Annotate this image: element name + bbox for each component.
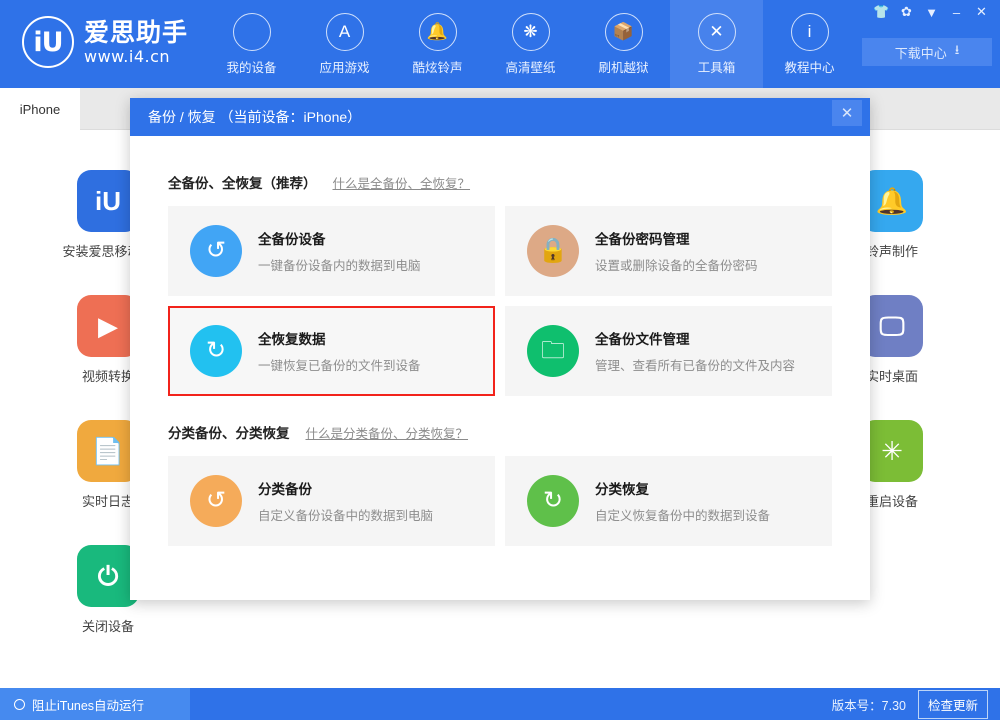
- card-text: 全备份文件管理管理、查看所有已备份的文件及内容: [595, 328, 795, 374]
- settings-button[interactable]: ✿: [894, 2, 919, 22]
- version-label: 版本号：7.30: [832, 695, 906, 714]
- itunes-toggle-label: 阻止iTunes自动运行: [32, 695, 144, 714]
- menu-button[interactable]: ▼: [919, 2, 944, 22]
- card-title: 全恢复数据: [258, 328, 421, 348]
- tab-iphone[interactable]: iPhone: [0, 88, 80, 130]
- close-icon[interactable]: ✕: [832, 100, 862, 126]
- category-restore-icon: ↻: [527, 475, 579, 527]
- download-center-label: 下载中心: [895, 43, 947, 62]
- card-category-backup-icon[interactable]: ↺ 分类备份自定义备份设备中的数据到电脑: [168, 456, 495, 546]
- main-navigation: 我的设备 A 应用游戏 🔔 酷炫铃声 ❋ 高清壁纸 📦 刷机越狱 ✕ 工具箱 i 教程中心: [205, 0, 856, 88]
- nav-item-label: 教程中心: [784, 57, 834, 76]
- appstore-icon: A: [326, 13, 364, 51]
- i4-logo-icon: iU: [22, 16, 74, 68]
- nav-item-3[interactable]: ❋ 高清壁纸: [484, 0, 577, 88]
- card-row: ↺ 全备份设备一键备份设备内的数据到电脑 🔒 全备份密码管理设置或删除设备的全备份密码: [168, 206, 832, 296]
- card-subtitle: 自定义备份设备中的数据到电脑: [258, 505, 433, 524]
- card-category-restore-icon[interactable]: ↻ 分类恢复自定义恢复备份中的数据到设备: [505, 456, 832, 546]
- dialog-titlebar: 备份 / 恢复 （当前设备：iPhone） ✕: [130, 98, 870, 136]
- section-help-link[interactable]: 什么是分类备份、分类恢复？: [306, 423, 469, 442]
- card-subtitle: 设置或删除设备的全备份密码: [595, 255, 758, 274]
- card-text: 全恢复数据一键恢复已备份的文件到设备: [258, 328, 421, 374]
- card-backup-device-icon[interactable]: ↺ 全备份设备一键备份设备内的数据到电脑: [168, 206, 495, 296]
- itunes-toggle[interactable]: 阻止iTunes自动运行: [0, 688, 190, 720]
- download-icon: ⭳: [955, 41, 960, 63]
- section-title: 全备份、全恢复（推荐）: [168, 172, 317, 192]
- modal-overlay: 备份 / 恢复 （当前设备：iPhone） ✕ 全备份、全恢复（推荐）什么是全备…: [0, 130, 1000, 688]
- backup-password-icon: 🔒: [527, 225, 579, 277]
- nav-item-label: 应用游戏: [319, 57, 369, 76]
- apple-icon: [233, 13, 271, 51]
- card-subtitle: 一键备份设备内的数据到电脑: [258, 255, 421, 274]
- status-right: 版本号：7.30 检查更新: [832, 690, 1000, 719]
- category-backup-icon: ↺: [190, 475, 242, 527]
- dialog-section-1: 分类备份、分类恢复什么是分类备份、分类恢复？ ↺ 分类备份自定义备份设备中的数据到电…: [168, 422, 832, 546]
- card-backup-file-manager-icon[interactable]: 🗀 全备份文件管理管理、查看所有已备份的文件及内容: [505, 306, 832, 396]
- card-text: 分类恢复自定义恢复备份中的数据到设备: [595, 478, 770, 524]
- dialog-section-0: 全备份、全恢复（推荐） 什么是全备份、全恢复？ ↺ 全备份设备一键备份设备内的数据到电…: [168, 172, 832, 396]
- window-controls: 👕✿▼–✕: [869, 2, 994, 22]
- skin-button[interactable]: 👕: [869, 2, 894, 22]
- card-subtitle: 自定义恢复备份中的数据到设备: [595, 505, 770, 524]
- section-title: 分类备份、分类恢复: [168, 422, 290, 442]
- brand-url: www.i4.cn: [84, 47, 188, 66]
- section-header: 分类备份、分类恢复什么是分类备份、分类恢复？: [168, 422, 832, 442]
- radio-icon: [14, 699, 25, 710]
- tools-icon: ✕: [698, 13, 736, 51]
- nav-item-4[interactable]: 📦 刷机越狱: [577, 0, 670, 88]
- card-title: 全备份设备: [258, 228, 421, 248]
- card-title: 全备份密码管理: [595, 228, 758, 248]
- bell-icon: 🔔: [419, 13, 457, 51]
- download-center-button[interactable]: 下载中心 ⭳: [862, 38, 992, 66]
- card-backup-password-icon[interactable]: 🔒 全备份密码管理设置或删除设备的全备份密码: [505, 206, 832, 296]
- dialog-body: 全备份、全恢复（推荐） 什么是全备份、全恢复？ ↺ 全备份设备一键备份设备内的数据到电…: [130, 136, 870, 546]
- card-text: 全备份密码管理设置或删除设备的全备份密码: [595, 228, 758, 274]
- brand-name: 爱思助手: [84, 19, 188, 47]
- nav-item-2[interactable]: 🔔 酷炫铃声: [391, 0, 484, 88]
- card-restore-data-icon[interactable]: ↻ 全恢复数据一键恢复已备份的文件到设备: [168, 306, 495, 396]
- card-subtitle: 一键恢复已备份的文件到设备: [258, 355, 421, 374]
- card-text: 全备份设备一键备份设备内的数据到电脑: [258, 228, 421, 274]
- brand-logo: iU 爱思助手 www.i4.cn: [22, 16, 188, 68]
- info-icon: i: [791, 13, 829, 51]
- nav-item-1[interactable]: A 应用游戏: [298, 0, 391, 88]
- nav-item-6[interactable]: i 教程中心: [763, 0, 856, 88]
- backup-device-icon: ↺: [190, 225, 242, 277]
- card-row: ↻ 全恢复数据一键恢复已备份的文件到设备 🗀 全备份文件管理管理、查看所有已备份的文件…: [168, 306, 832, 396]
- nav-item-0[interactable]: 我的设备: [205, 0, 298, 88]
- brand-text: 爱思助手 www.i4.cn: [84, 19, 188, 66]
- card-title: 分类恢复: [595, 478, 770, 498]
- nav-item-label: 工具箱: [698, 57, 736, 76]
- backup-restore-dialog: 备份 / 恢复 （当前设备：iPhone） ✕ 全备份、全恢复（推荐） 什么是全备…: [130, 98, 870, 600]
- close-button[interactable]: ✕: [969, 2, 994, 22]
- flower-icon: ❋: [512, 13, 550, 51]
- card-title: 分类备份: [258, 478, 433, 498]
- app-window: iU 爱思助手 www.i4.cn 我的设备 A 应用游戏 🔔 酷炫铃声 ❋ 高清壁纸 📦 刷机…: [0, 0, 1000, 720]
- card-subtitle: 管理、查看所有已备份的文件及内容: [595, 355, 795, 374]
- card-row: ↺ 分类备份自定义备份设备中的数据到电脑 ↻ 分类恢复自定义恢复备份中的数据到设备: [168, 456, 832, 546]
- card-title: 全备份文件管理: [595, 328, 795, 348]
- nav-item-5[interactable]: ✕ 工具箱: [670, 0, 763, 88]
- box-icon: 📦: [605, 13, 643, 51]
- restore-data-icon: ↻: [190, 325, 242, 377]
- nav-item-label: 刷机越狱: [598, 57, 648, 76]
- nav-item-label: 我的设备: [226, 57, 276, 76]
- card-text: 分类备份自定义备份设备中的数据到电脑: [258, 478, 433, 524]
- nav-item-label: 酷炫铃声: [412, 57, 462, 76]
- minimize-button[interactable]: –: [944, 2, 969, 22]
- section-header: 全备份、全恢复（推荐） 什么是全备份、全恢复？: [168, 172, 832, 192]
- check-update-button[interactable]: 检查更新: [918, 690, 988, 719]
- status-bar: 阻止iTunes自动运行 版本号：7.30 检查更新: [0, 688, 1000, 720]
- section-help-link[interactable]: 什么是全备份、全恢复？: [333, 173, 471, 192]
- app-header: iU 爱思助手 www.i4.cn 我的设备 A 应用游戏 🔔 酷炫铃声 ❋ 高清壁纸 📦 刷机…: [0, 0, 1000, 88]
- dialog-title: 备份 / 恢复 （当前设备：iPhone）: [148, 107, 361, 127]
- nav-item-label: 高清壁纸: [505, 57, 555, 76]
- backup-file-manager-icon: 🗀: [527, 325, 579, 377]
